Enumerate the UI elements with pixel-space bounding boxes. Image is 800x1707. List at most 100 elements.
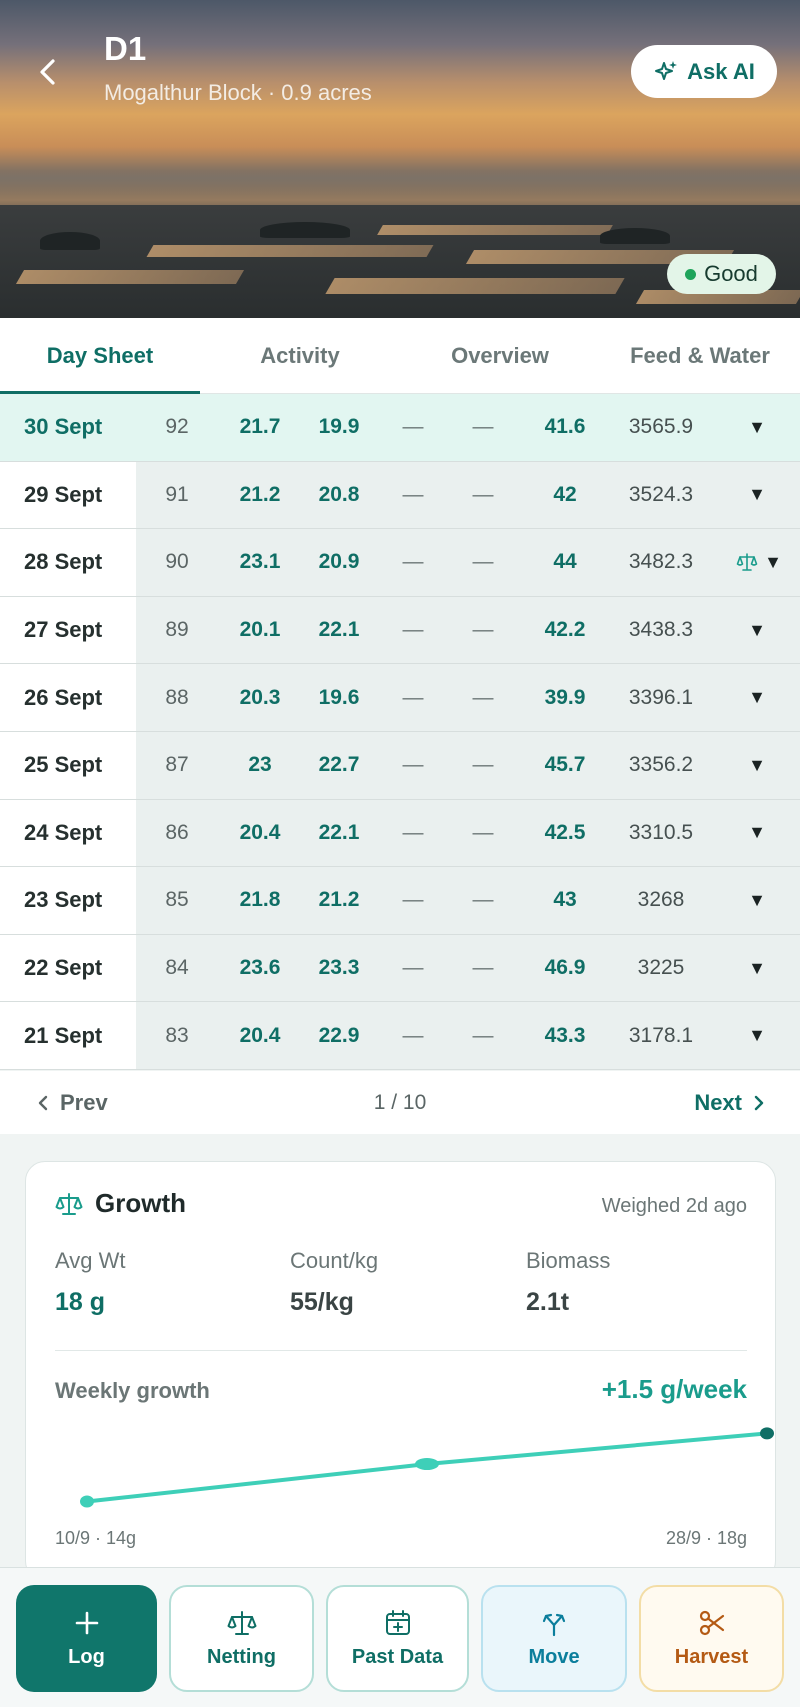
expand-arrow-icon[interactable]: ▼ — [742, 597, 772, 664]
row-reading-1: 23.1 — [239, 550, 281, 574]
table-row[interactable]: 29 Sept 91 21.2 20.8 — — 42 3524.3 ▼ — [0, 461, 800, 530]
tree-line — [40, 232, 100, 250]
row-reading-1: 20.4 — [239, 820, 281, 844]
netting-label: Netting — [207, 1646, 276, 1668]
expand-arrow-icon[interactable]: ▼ — [758, 529, 788, 596]
bottom-action-bar: Log Netting Past Data Move Harvest — [0, 1567, 800, 1707]
row-total: 3178.1 — [628, 1023, 694, 1047]
row-empty-2: — — [472, 888, 494, 912]
metric-label: Biomass — [526, 1248, 611, 1273]
past-data-button[interactable]: Past Data — [326, 1585, 469, 1692]
row-reading-2: 22.1 — [318, 618, 360, 642]
row-empty-1: — — [402, 415, 424, 439]
ask-ai-button[interactable]: Ask AI — [631, 45, 777, 98]
row-reading-2: 22.9 — [318, 1023, 360, 1047]
tab-overview[interactable]: Overview — [400, 318, 600, 394]
row-empty-1: — — [402, 482, 424, 506]
metric-biomass: Biomass 2.1t — [526, 1248, 610, 1317]
prev-page-button[interactable]: Prev — [36, 1090, 108, 1116]
expand-arrow-icon[interactable]: ▼ — [742, 664, 772, 731]
metric-value: 55/kg — [290, 1288, 354, 1316]
table-row[interactable]: 23 Sept 85 21.8 21.2 — — 43 3268 ▼ — [0, 867, 800, 935]
scale-icon — [227, 1611, 256, 1635]
log-button[interactable]: Log — [16, 1585, 157, 1692]
growth-card-title: Growth — [55, 1188, 186, 1219]
row-empty-2: — — [472, 753, 494, 777]
expand-arrow-icon[interactable]: ▼ — [742, 394, 772, 461]
status-label: Good — [704, 261, 758, 286]
status-badge: Good — [667, 254, 776, 294]
row-feed: 43.3 — [544, 1023, 586, 1047]
row-feed: 44 — [553, 550, 577, 574]
row-empty-2: — — [472, 685, 494, 709]
row-reading-1: 21.8 — [239, 888, 281, 912]
row-date: 21 Sept — [0, 1002, 136, 1069]
row-feed: 39.9 — [544, 685, 586, 709]
row-doc: 91 — [165, 482, 189, 506]
row-reading-1: 21.2 — [239, 482, 281, 506]
next-page-button[interactable]: Next — [694, 1090, 766, 1116]
row-date: 29 Sept — [0, 461, 136, 529]
row-empty-1: — — [402, 685, 424, 709]
tree-line — [600, 228, 670, 244]
expand-arrow-icon[interactable]: ▼ — [742, 462, 772, 529]
metric-count: Count/kg 55/kg — [290, 1248, 378, 1317]
log-label: Log — [68, 1646, 105, 1668]
netting-button[interactable]: Netting — [169, 1585, 314, 1692]
row-empty-2: — — [472, 482, 494, 506]
chevron-left-icon — [40, 59, 55, 85]
row-doc: 83 — [165, 1023, 189, 1047]
tab-bar: Day Sheet Activity Overview Feed & Water — [0, 318, 800, 395]
expand-arrow-icon[interactable]: ▼ — [742, 935, 772, 1002]
row-date: 27 Sept — [0, 596, 136, 664]
expand-arrow-icon[interactable]: ▼ — [742, 732, 772, 799]
last-weighed: Weighed 2d ago — [601, 1195, 747, 1217]
row-feed: 45.7 — [544, 753, 586, 777]
row-total: 3310.5 — [628, 820, 694, 844]
table-row[interactable]: 21 Sept 83 20.4 22.9 — — 43.3 3178.1 ▼ — [0, 1002, 800, 1070]
tab-feed-water[interactable]: Feed & Water — [600, 318, 800, 394]
metric-value: 2.1t — [526, 1288, 570, 1316]
harvest-button[interactable]: Harvest — [639, 1585, 784, 1692]
expand-arrow-icon[interactable]: ▼ — [742, 867, 772, 934]
row-reading-2: 21.2 — [318, 888, 360, 912]
weekly-growth-label: Weekly growth — [55, 1378, 210, 1403]
row-reading-1: 23 — [248, 753, 272, 777]
status-dot-icon — [685, 268, 697, 280]
row-feed: 46.9 — [544, 956, 586, 980]
tab-day-sheet[interactable]: Day Sheet — [0, 318, 200, 395]
row-empty-1: — — [402, 956, 424, 980]
chevron-right-icon — [754, 1095, 764, 1110]
table-row[interactable]: 24 Sept 86 20.4 22.1 — — 42.5 3310.5 ▼ — [0, 799, 800, 868]
row-total: 3356.2 — [628, 753, 694, 777]
back-button[interactable] — [30, 50, 66, 94]
table-row[interactable]: 22 Sept 84 23.6 23.3 — — 46.9 3225 ▼ — [0, 934, 800, 1003]
row-total: 3482.3 — [628, 550, 694, 574]
next-label: Next — [694, 1089, 742, 1115]
past-data-label: Past Data — [351, 1646, 444, 1668]
day-sheet-table: 30 Sept 92 21.7 19.9— —41.6 3565.9 ▼ 29 Sept 91 2… — [0, 394, 800, 1070]
table-row[interactable]: 28 Sept 90 23.1 20.9 — — 44 3482.3 ▼ — [0, 529, 800, 597]
row-reading-2: 19.6 — [318, 685, 360, 709]
tab-activity[interactable]: Activity — [200, 318, 400, 394]
row-reading-1: 23.6 — [239, 956, 281, 980]
metric-avg-wt: Avg Wt 18 g — [55, 1248, 126, 1317]
table-row[interactable]: 30 Sept 92 21.7 19.9 — — 41.6 3565.9 ▼ — [0, 394, 800, 462]
expand-arrow-icon[interactable]: ▼ — [742, 800, 772, 867]
row-date: 23 Sept — [0, 867, 136, 934]
expand-arrow-icon[interactable]: ▼ — [742, 1002, 772, 1069]
metric-label: Count/kg — [290, 1248, 379, 1273]
pagination: Prev 1 / 10 Next — [0, 1071, 800, 1134]
move-button[interactable]: Move — [481, 1585, 627, 1692]
row-reading-2: 20.9 — [318, 550, 360, 574]
growth-title: Growth — [95, 1188, 186, 1218]
table-row[interactable]: 25 Sept 87 23 22.7 — — 45.7 3356.2 ▼ — [0, 731, 800, 800]
table-row[interactable]: 26 Sept 88 20.3 19.6 — — 39.9 3396.1 ▼ — [0, 664, 800, 732]
row-reading-2: 19.9 — [318, 415, 360, 439]
scale-icon — [55, 1192, 83, 1215]
table-row[interactable]: 27 Sept 89 20.1 22.1 — — 42.2 3438.3 ▼ — [0, 596, 800, 665]
row-empty-1: — — [402, 753, 424, 777]
pond-hero-image: D1 Mogalthur Block · 0.9 acres Ask AI Go… — [0, 0, 800, 318]
ask-ai-label: Ask AI — [687, 58, 755, 84]
metric-value: 18 g — [55, 1288, 106, 1316]
